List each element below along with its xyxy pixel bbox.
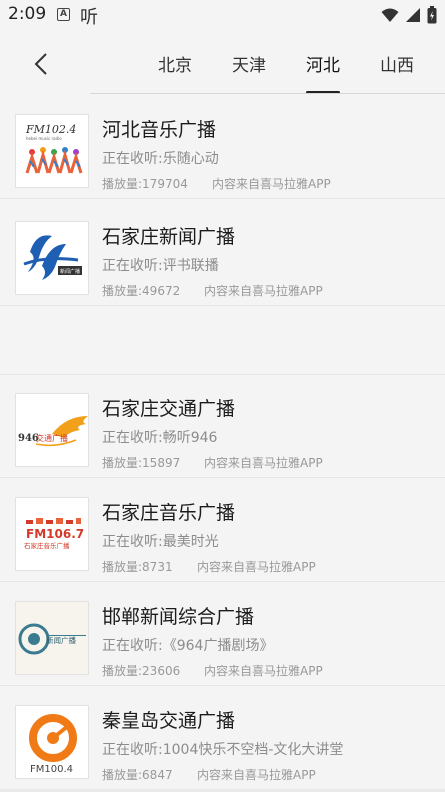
svg-text:石家庄音乐广播: 石家庄音乐广播 bbox=[24, 541, 70, 550]
header: 北京 天津 河北 山西 bbox=[0, 30, 445, 96]
tab-label: 天津 bbox=[232, 55, 266, 76]
station-title: 石家庄音乐广播 bbox=[102, 502, 236, 524]
list-spacer bbox=[0, 307, 445, 375]
station-item[interactable]: 新闻广播 邯郸新闻综合广播 正在收听:《964广播剧场》 播放量:23606 内… bbox=[0, 583, 445, 686]
tab-hebei[interactable]: 河北 bbox=[286, 30, 360, 96]
signal-icon bbox=[406, 8, 420, 22]
play-count: 播放量:15897 bbox=[102, 456, 181, 470]
station-title: 秦皇岛交通广播 bbox=[102, 710, 236, 732]
svg-text:FM100.4: FM100.4 bbox=[30, 764, 73, 775]
status-a-icon: A bbox=[57, 8, 70, 21]
play-count: 播放量:8731 bbox=[102, 560, 173, 574]
tab-label: 北京 bbox=[158, 55, 192, 76]
station-logo: 新闻广播 bbox=[15, 221, 89, 295]
battery-icon bbox=[427, 6, 437, 24]
status-time: 2:09 bbox=[8, 4, 47, 24]
tab-tianjin[interactable]: 天津 bbox=[212, 30, 286, 96]
station-logo: 新闻广播 bbox=[15, 601, 89, 675]
now-playing: 正在收听:最美时光 bbox=[102, 534, 219, 550]
content-source: 内容来自喜马拉雅APP bbox=[197, 560, 316, 574]
station-logo-image: FM106.7 石家庄音乐广播 bbox=[16, 498, 88, 570]
tab-label: 河北 bbox=[306, 55, 340, 76]
station-item[interactable]: FM106.7 石家庄音乐广播 石家庄音乐广播 正在收听:最美时光 播放量:87… bbox=[0, 479, 445, 582]
station-logo: FM100.4 bbox=[15, 705, 89, 779]
content-source: 内容来自喜马拉雅APP bbox=[204, 284, 323, 298]
now-playing: 正在收听:《964广播剧场》 bbox=[102, 638, 274, 654]
svg-text:新闻广播: 新闻广播 bbox=[46, 635, 76, 645]
status-bar: 2:09 A 听 bbox=[0, 0, 445, 30]
station-item[interactable]: 新闻广播 石家庄新闻广播 正在收听:评书联播 播放量:49672 内容来自喜马拉… bbox=[0, 203, 445, 306]
station-title: 邯郸新闻综合广播 bbox=[102, 606, 255, 628]
region-tabs: 北京 天津 河北 山西 bbox=[138, 30, 434, 96]
station-logo: 946 交通广播 bbox=[15, 393, 89, 467]
header-divider bbox=[90, 93, 445, 94]
back-button[interactable] bbox=[28, 50, 56, 78]
station-item[interactable]: FM100.4 秦皇岛交通广播 正在收听:1004快乐不空档-文化大讲堂 播放量… bbox=[0, 687, 445, 790]
play-count: 播放量:23606 bbox=[102, 664, 181, 678]
now-playing: 正在收听:1004快乐不空档-文化大讲堂 bbox=[102, 742, 344, 758]
now-playing: 正在收听:评书联播 bbox=[102, 258, 219, 274]
tab-label: 山西 bbox=[380, 55, 414, 76]
content-source: 内容来自喜马拉雅APP bbox=[212, 177, 331, 191]
play-count: 播放量:6847 bbox=[102, 768, 173, 782]
wifi-icon bbox=[381, 8, 399, 22]
play-count: 播放量:49672 bbox=[102, 284, 181, 298]
station-logo: FM106.7 石家庄音乐广播 bbox=[15, 497, 89, 571]
station-item[interactable]: FM102.4 hebei music radio 河北音乐广播 正在收听:乐随… bbox=[0, 96, 445, 199]
station-logo-image: FM102.4 hebei music radio bbox=[16, 115, 88, 187]
svg-text:新闻广播: 新闻广播 bbox=[60, 268, 80, 275]
now-playing: 正在收听:畅听946 bbox=[102, 430, 218, 446]
play-count: 播放量:179704 bbox=[102, 177, 188, 191]
station-title: 石家庄新闻广播 bbox=[102, 226, 236, 248]
status-right bbox=[381, 6, 437, 24]
station-logo-image: 946 交通广播 bbox=[16, 394, 88, 466]
station-title: 河北音乐广播 bbox=[102, 119, 217, 141]
station-title: 石家庄交通广播 bbox=[102, 398, 236, 420]
content-source: 内容来自喜马拉雅APP bbox=[204, 456, 323, 470]
station-logo-image: FM100.4 bbox=[16, 706, 88, 778]
svg-text:FM102.4: FM102.4 bbox=[25, 123, 76, 136]
station-item[interactable]: 946 交通广播 石家庄交通广播 正在收听:畅听946 播放量:15897 内容… bbox=[0, 375, 445, 478]
content-source: 内容来自喜马拉雅APP bbox=[204, 664, 323, 678]
status-ting-icon: 听 bbox=[80, 7, 98, 28]
now-playing: 正在收听:乐随心动 bbox=[102, 151, 219, 167]
content-source: 内容来自喜马拉雅APP bbox=[197, 768, 316, 782]
svg-text:hebei music radio: hebei music radio bbox=[26, 136, 62, 141]
station-logo-image: 新闻广播 bbox=[16, 602, 88, 674]
svg-text:FM106.7: FM106.7 bbox=[26, 527, 84, 541]
station-logo-image: 新闻广播 bbox=[16, 222, 88, 294]
svg-text:交通广播: 交通广播 bbox=[36, 433, 68, 443]
chevron-left-icon bbox=[34, 53, 47, 75]
tab-shanxi[interactable]: 山西 bbox=[360, 30, 434, 96]
station-logo: FM102.4 hebei music radio bbox=[15, 114, 89, 188]
tab-beijing[interactable]: 北京 bbox=[138, 30, 212, 96]
